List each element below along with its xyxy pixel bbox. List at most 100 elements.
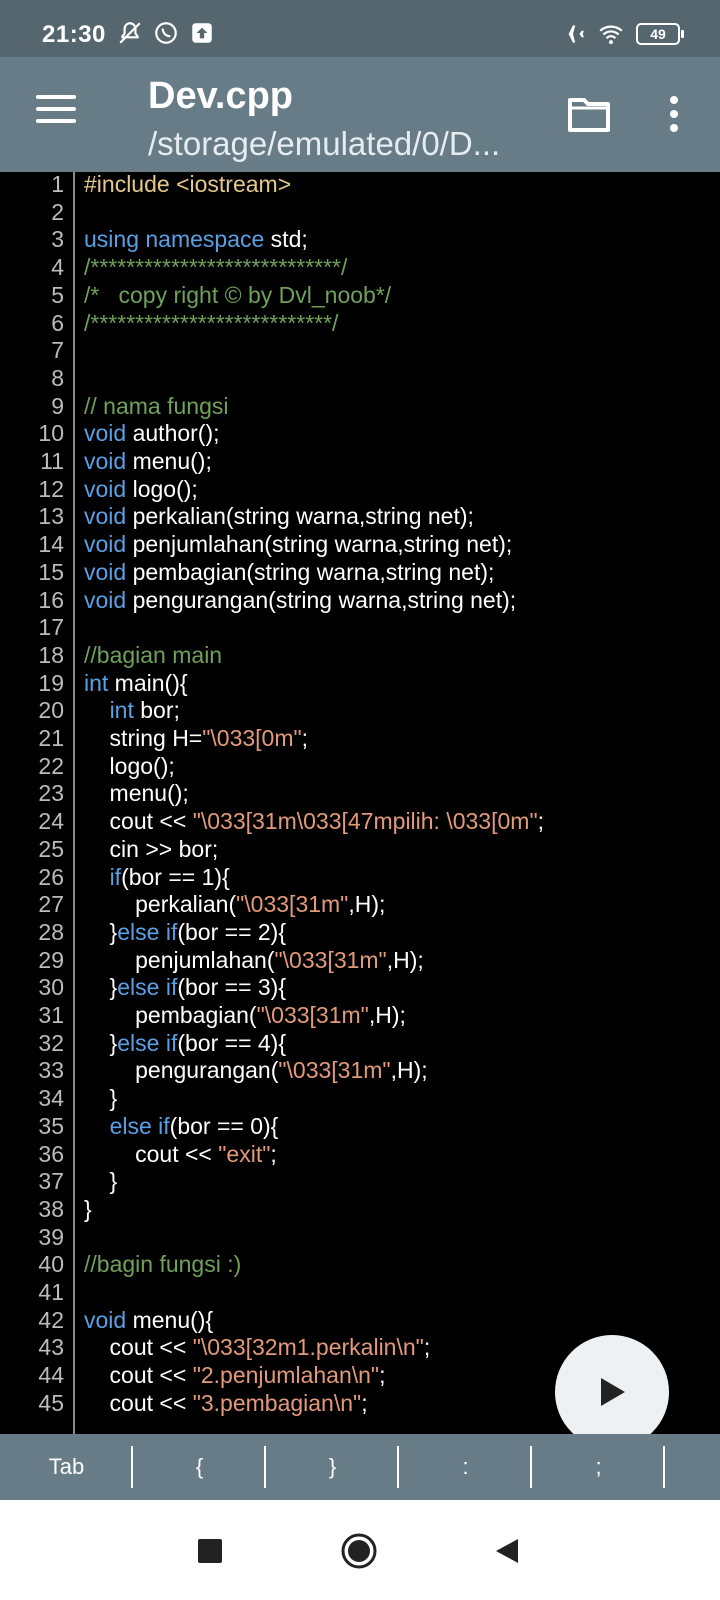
line-number: 23 <box>38 780 64 807</box>
code-text: // nama fungsi <box>84 392 228 420</box>
code-token: void <box>84 448 127 474</box>
code-line[interactable]: 34 } <box>0 1084 720 1112</box>
code-text: void author(); <box>84 419 220 447</box>
code-line[interactable]: 9 // nama fungsi <box>0 392 720 420</box>
line-number: 44 <box>38 1362 64 1389</box>
code-line[interactable]: 32 }else if(bor == 4){ <box>0 1029 720 1057</box>
code-text: cout << "\033[31m\033[47mpilih: \033[0m"… <box>84 807 544 835</box>
code-token: #include <iostream> <box>84 172 292 197</box>
code-line[interactable]: 4 /****************************/ <box>0 253 720 281</box>
line-number: 27 <box>38 891 64 918</box>
code-line[interactable]: 35 else if(bor == 0){ <box>0 1112 720 1140</box>
code-line[interactable]: 3 using namespace std; <box>0 225 720 253</box>
code-token: void <box>84 586 127 613</box>
code-text: cout << "2.penjumlahan\n"; <box>84 1361 386 1389</box>
code-token: "\033[0m" <box>202 725 302 751</box>
line-number: 6 <box>51 309 64 336</box>
code-line[interactable]: 14 void penjumlahan(string warna,string n… <box>0 530 720 558</box>
code-line[interactable]: 40 //bagin fungsi :) <box>0 1250 720 1278</box>
code-token: int <box>84 669 109 696</box>
code-line[interactable]: 5 /* copy right © by Dvl_noob*/ <box>0 281 720 309</box>
code-token: } <box>84 1029 118 1056</box>
code-line[interactable]: 11 void menu(); <box>0 447 720 475</box>
app-bar: Dev.cpp /storage/emulated/0/D... <box>0 57 720 172</box>
code-text: int main(){ <box>84 669 188 697</box>
play-icon <box>601 1378 625 1406</box>
key-tab[interactable]: Tab <box>0 1434 133 1500</box>
recents-square-icon[interactable] <box>187 1528 233 1574</box>
code-line[interactable]: 20 int bor; <box>0 696 720 724</box>
key-open-brace[interactable]: { <box>133 1434 266 1500</box>
code-token: } <box>84 1195 92 1222</box>
code-token: ; <box>361 1389 368 1416</box>
code-line[interactable]: 39 <box>0 1223 720 1251</box>
code-line[interactable]: 41 <box>0 1278 720 1306</box>
line-number: 26 <box>38 863 64 890</box>
code-line[interactable]: 16 void pengurangan(string warna,string n… <box>0 586 720 614</box>
whatsapp-icon <box>155 22 177 44</box>
code-line[interactable]: 31 pembagian("\033[31m",H); <box>0 1001 720 1029</box>
code-line[interactable]: 37 } <box>0 1167 720 1195</box>
code-line[interactable]: 26 if(bor == 1){ <box>0 863 720 891</box>
line-number: 12 <box>38 475 64 502</box>
code-line[interactable]: 25 cin >> bor; <box>0 835 720 863</box>
code-line[interactable]: 18 //bagian main <box>0 641 720 669</box>
code-line[interactable]: 30 }else if(bor == 3){ <box>0 973 720 1001</box>
code-line[interactable]: 2 <box>0 198 720 226</box>
code-line[interactable]: 24 cout << "\033[31m\033[47mpilih: \033[… <box>0 807 720 835</box>
home-circle-icon[interactable] <box>336 1528 382 1574</box>
code-text: if(bor == 1){ <box>84 863 230 891</box>
folder-icon[interactable] <box>567 95 611 133</box>
code-line[interactable]: 1 #include <iostream> <box>0 172 720 198</box>
code-token: cout << <box>84 1389 193 1416</box>
more-vert-icon[interactable] <box>664 95 684 133</box>
code-line[interactable]: 17 <box>0 613 720 641</box>
code-line[interactable]: 42 void menu(){ <box>0 1306 720 1334</box>
code-line[interactable]: 28 }else if(bor == 2){ <box>0 918 720 946</box>
code-line[interactable]: 6 /***************************/ <box>0 309 720 337</box>
code-line[interactable]: 29 penjumlahan("\033[31m",H); <box>0 946 720 974</box>
line-number: 22 <box>38 752 64 779</box>
code-editor[interactable]: 1 #include <iostream> 2 3 using namespace st… <box>0 172 720 1434</box>
line-number: 29 <box>38 946 64 973</box>
code-line[interactable]: 23 menu(); <box>0 779 720 807</box>
code-line[interactable]: 12 void logo(); <box>0 475 720 503</box>
code-text: } <box>84 1195 92 1223</box>
code-line[interactable]: 33 pengurangan("\033[31m",H); <box>0 1056 720 1084</box>
line-number: 34 <box>38 1085 64 1112</box>
code-token: ,H); <box>390 1057 428 1084</box>
code-text: void menu(){ <box>84 1306 213 1334</box>
key-semicolon[interactable]: ; <box>532 1434 665 1500</box>
line-number: 25 <box>38 835 64 862</box>
code-line[interactable]: 21 string H="\033[0m"; <box>0 724 720 752</box>
key-close-brace[interactable]: } <box>266 1434 399 1500</box>
code-token: int <box>109 697 134 724</box>
code-token: "2.penjumlahan\n" <box>192 1362 380 1389</box>
code-line[interactable]: 8 <box>0 364 720 392</box>
code-token: logo(); <box>126 475 198 502</box>
code-line[interactable]: 27 perkalian("\033[31m",H); <box>0 890 720 918</box>
code-line[interactable]: 13 void perkalian(string warna,string net… <box>0 502 720 530</box>
code-line[interactable]: 15 void pembagian(string warna,string net… <box>0 558 720 586</box>
code-line[interactable]: 10 void author(); <box>0 419 720 447</box>
code-token: else if <box>117 974 178 1001</box>
code-line[interactable]: 36 cout << "exit"; <box>0 1140 720 1168</box>
code-line[interactable]: 38} <box>0 1195 720 1223</box>
line-number: 38 <box>38 1195 64 1222</box>
code-line[interactable]: 19 int main(){ <box>0 669 720 697</box>
code-text: cin >> bor; <box>84 835 219 863</box>
code-token: "\033[31m" <box>278 1057 391 1084</box>
code-token: ; <box>379 1362 386 1389</box>
code-line[interactable]: 22 logo(); <box>0 752 720 780</box>
menu-icon[interactable] <box>36 95 76 129</box>
code-token: ; <box>270 1140 277 1167</box>
line-number: 1 <box>51 172 64 197</box>
code-text: } <box>84 1167 118 1195</box>
code-line[interactable]: 7 <box>0 336 720 364</box>
code-text: pembagian("\033[31m",H); <box>84 1001 406 1029</box>
code-text: void menu(); <box>84 447 212 475</box>
key-colon[interactable]: : <box>399 1434 532 1500</box>
run-button[interactable] <box>555 1335 669 1449</box>
back-triangle-icon[interactable] <box>484 1528 530 1574</box>
